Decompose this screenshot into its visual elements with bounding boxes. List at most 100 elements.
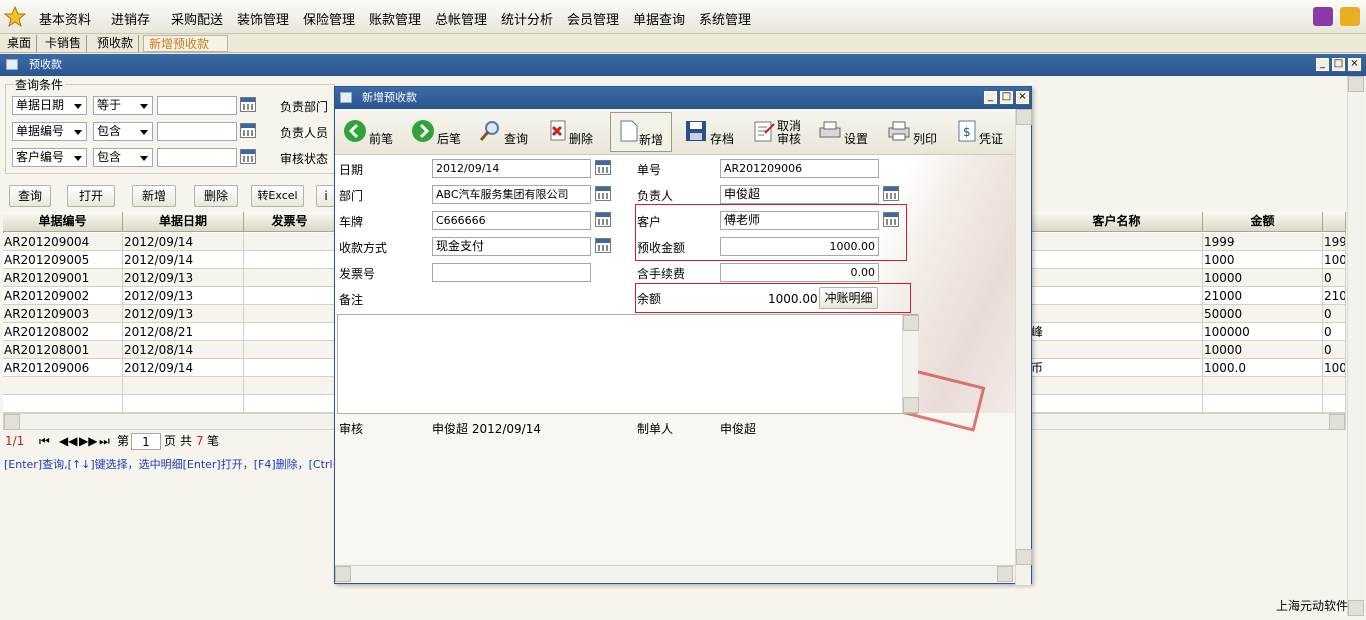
last-page-icon[interactable]: ⏭ bbox=[99, 433, 110, 450]
payment-method-input[interactable]: 现金支付 bbox=[432, 237, 591, 256]
menu-insurance[interactable]: 保险管理 bbox=[303, 9, 355, 28]
dialog-minimize-button[interactable]: _ bbox=[984, 91, 997, 104]
scroll-left-arrow-icon[interactable] bbox=[4, 414, 20, 430]
minimize-button[interactable]: _ bbox=[1316, 58, 1329, 71]
menu-basic[interactable]: 基本资料 bbox=[39, 9, 91, 28]
open-button[interactable]: 打开 bbox=[67, 185, 115, 207]
calendar-icon[interactable] bbox=[595, 160, 611, 175]
dialog-horizontal-scrollbar[interactable] bbox=[335, 565, 1015, 583]
query-op-select-1[interactable]: 等于 bbox=[93, 96, 153, 115]
query-value-input-3[interactable] bbox=[157, 148, 237, 167]
first-page-icon[interactable]: ⏮ bbox=[39, 433, 50, 450]
prev-record-button[interactable]: 前笔 bbox=[343, 113, 398, 151]
dialog-save-button[interactable]: 存档 bbox=[684, 113, 736, 151]
menu-system[interactable]: 系统管理 bbox=[699, 9, 751, 28]
column-header-doc-date[interactable]: 单据日期 bbox=[123, 212, 244, 232]
dialog-maximize-button[interactable]: □ bbox=[1000, 91, 1013, 104]
voucher-button[interactable]: $ 凭证 bbox=[955, 113, 1005, 151]
add-button[interactable]: 新增 bbox=[132, 185, 176, 207]
scroll-up-arrow-icon[interactable] bbox=[1348, 76, 1364, 92]
calendar-icon[interactable] bbox=[240, 123, 256, 138]
page-input[interactable]: 1 bbox=[131, 433, 161, 450]
cell-doc-no: AR201209004 bbox=[3, 233, 123, 251]
floppy-disk-icon bbox=[686, 121, 706, 141]
calendar-icon[interactable] bbox=[595, 212, 611, 227]
scroll-right-arrow-icon[interactable] bbox=[997, 566, 1013, 582]
menu-statistics[interactable]: 统计分析 bbox=[501, 9, 553, 28]
scroll-left-arrow-icon[interactable] bbox=[335, 566, 351, 582]
column-header-customer-name[interactable]: 客户名称 bbox=[1030, 212, 1203, 232]
column-header-invoice-no[interactable]: 发票号 bbox=[244, 212, 336, 232]
query-op-select-2[interactable]: 包含 bbox=[93, 122, 153, 141]
department-input[interactable]: ABC汽车服务集团有限公司 bbox=[432, 185, 591, 204]
query-button[interactable]: 查询 bbox=[9, 185, 51, 207]
next-record-button[interactable]: 后笔 bbox=[411, 113, 466, 151]
menu-accounts[interactable]: 账款管理 bbox=[369, 9, 421, 28]
help-book-icon[interactable] bbox=[1313, 7, 1333, 26]
dialog-new-button[interactable]: 新增 bbox=[610, 112, 672, 152]
export-excel-button[interactable]: 转Excel bbox=[251, 185, 304, 207]
date-input[interactable]: 2012/09/14 bbox=[432, 159, 591, 178]
department-label: 部门 bbox=[339, 189, 364, 203]
tab-desktop[interactable]: 桌面 bbox=[2, 35, 38, 52]
calendar-icon[interactable] bbox=[240, 149, 256, 164]
query-field-select-1[interactable]: 单据日期 bbox=[12, 96, 87, 115]
scroll-down-arrow-icon[interactable] bbox=[1348, 600, 1364, 616]
settings-button[interactable]: 设置 bbox=[818, 113, 870, 151]
cell-amount bbox=[1203, 395, 1323, 413]
column-header-doc-no[interactable]: 单据编号 bbox=[3, 212, 123, 232]
calendar-icon[interactable] bbox=[595, 186, 611, 201]
menu-ledger[interactable]: 总帐管理 bbox=[435, 9, 487, 28]
main-vertical-scrollbar[interactable] bbox=[1347, 76, 1364, 616]
scroll-right-arrow-icon[interactable] bbox=[1329, 414, 1345, 430]
plate-input[interactable]: C666666 bbox=[432, 211, 591, 230]
calendar-icon[interactable] bbox=[595, 238, 611, 253]
invoice-input[interactable] bbox=[432, 263, 591, 282]
scroll-up-arrow-icon[interactable] bbox=[903, 315, 919, 331]
memo-textarea[interactable] bbox=[337, 314, 919, 414]
calendar-icon[interactable] bbox=[883, 186, 899, 201]
scroll-down-arrow-icon[interactable] bbox=[903, 397, 919, 413]
scroll-down-arrow-icon[interactable] bbox=[1016, 549, 1032, 565]
calendar-icon[interactable] bbox=[240, 97, 256, 112]
close-button[interactable]: × bbox=[1348, 58, 1361, 71]
maximize-button[interactable]: □ bbox=[1332, 58, 1345, 71]
menu-members[interactable]: 会员管理 bbox=[567, 9, 619, 28]
print-button[interactable]: 列印 bbox=[887, 113, 939, 151]
query-op-select-3[interactable]: 包含 bbox=[93, 148, 153, 167]
delete-button[interactable]: 删除 bbox=[194, 185, 238, 207]
query-value-input-1[interactable] bbox=[157, 96, 237, 115]
cancel-audit-button[interactable]: 取消 审核 bbox=[752, 113, 804, 151]
fee-input[interactable]: 0.00 bbox=[720, 263, 879, 282]
memo-scrollbar[interactable] bbox=[902, 315, 919, 413]
tab-card-sales[interactable]: 卡销售 bbox=[40, 35, 88, 52]
dialog-delete-button[interactable]: 删除 bbox=[547, 113, 599, 151]
dialog-vertical-scrollbar[interactable] bbox=[1015, 109, 1032, 585]
menu-documents[interactable]: 单据查询 bbox=[633, 9, 685, 28]
doc-no-label: 单号 bbox=[637, 163, 662, 177]
dialog-close-button[interactable]: × bbox=[1016, 91, 1029, 104]
scroll-up-arrow-icon[interactable] bbox=[1016, 109, 1032, 125]
tab-prepayment[interactable]: 预收款 bbox=[92, 35, 140, 52]
arrow-right-icon bbox=[412, 120, 434, 142]
pager-position: 1/1 bbox=[5, 434, 25, 448]
query-field-select-3[interactable]: 客户编号 bbox=[12, 148, 87, 167]
main-window-title: 预收款 bbox=[29, 58, 62, 71]
more-button[interactable]: i bbox=[316, 185, 336, 207]
cell-invoice-no bbox=[244, 359, 336, 377]
exit-icon[interactable] bbox=[1340, 7, 1360, 26]
menu-purchase[interactable]: 采购配送 bbox=[171, 9, 223, 28]
menu-decoration[interactable]: 装饰管理 bbox=[237, 9, 289, 28]
query-value-input-2[interactable] bbox=[157, 122, 237, 141]
cell-extra: 0 bbox=[1323, 323, 1346, 341]
owner-input[interactable]: 申俊超 bbox=[720, 185, 879, 204]
cell-amount bbox=[1203, 377, 1323, 395]
column-header-amount[interactable]: 金额 bbox=[1203, 212, 1323, 232]
next-page-icon[interactable]: ▶▶ bbox=[79, 433, 97, 450]
tab-new-prepayment[interactable]: 新增预收款 bbox=[143, 35, 228, 52]
menu-inventory[interactable]: 进销存 bbox=[111, 9, 150, 28]
dialog-query-button[interactable]: 查询 bbox=[478, 113, 533, 151]
doc-no-input[interactable]: AR201209006 bbox=[720, 159, 879, 178]
query-field-select-2[interactable]: 单据编号 bbox=[12, 122, 87, 141]
prev-page-icon[interactable]: ◀◀ bbox=[59, 433, 77, 450]
